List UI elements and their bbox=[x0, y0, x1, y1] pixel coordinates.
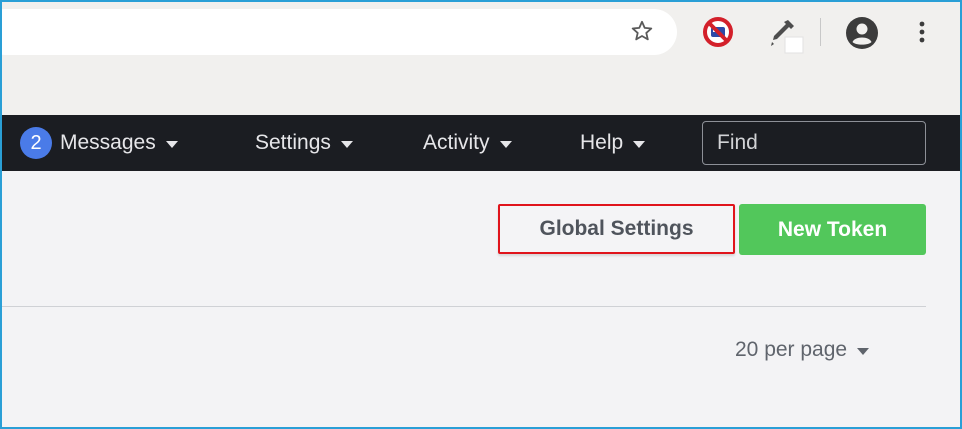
caret-down-icon bbox=[165, 140, 178, 148]
nav-activity-label: Activity bbox=[423, 131, 490, 154]
caret-down-icon bbox=[340, 140, 353, 148]
caret-down-icon bbox=[633, 140, 646, 148]
nav-help[interactable]: Help bbox=[580, 115, 646, 171]
toolbar-divider bbox=[820, 18, 821, 46]
per-page-label: 20 per page bbox=[735, 338, 848, 361]
address-bar[interactable] bbox=[2, 9, 677, 55]
nav-settings-label: Settings bbox=[255, 131, 331, 154]
find-box bbox=[702, 121, 960, 165]
nav-activity[interactable]: Activity bbox=[423, 115, 512, 171]
main-content: Global Settings New Token 20 per page bbox=[2, 171, 960, 427]
nav-help-label: Help bbox=[580, 131, 624, 154]
extension-icon[interactable] bbox=[702, 16, 734, 48]
per-page-select[interactable]: 20 per page bbox=[735, 335, 870, 365]
screenshot-frame: 2 Messages Settings Activity Help Find G… bbox=[2, 2, 960, 427]
star-icon[interactable] bbox=[628, 17, 656, 45]
more-vert-icon[interactable] bbox=[910, 17, 934, 47]
find-input[interactable] bbox=[717, 131, 960, 155]
nav-messages-label: Messages bbox=[60, 131, 156, 154]
browser-toolbar bbox=[2, 2, 960, 115]
global-settings-button[interactable]: Global Settings bbox=[498, 204, 735, 254]
eyedropper-icon[interactable] bbox=[764, 15, 804, 55]
caret-down-icon bbox=[857, 347, 870, 355]
account-icon[interactable] bbox=[845, 16, 879, 50]
section-divider bbox=[2, 306, 926, 307]
caret-down-icon bbox=[499, 140, 512, 148]
nav-settings[interactable]: Settings bbox=[255, 115, 353, 171]
new-token-button[interactable]: New Token bbox=[739, 204, 926, 255]
messages-count-badge: 2 bbox=[20, 127, 52, 159]
top-navbar: 2 Messages Settings Activity Help bbox=[2, 115, 960, 171]
nav-messages[interactable]: 2 Messages bbox=[20, 115, 178, 171]
